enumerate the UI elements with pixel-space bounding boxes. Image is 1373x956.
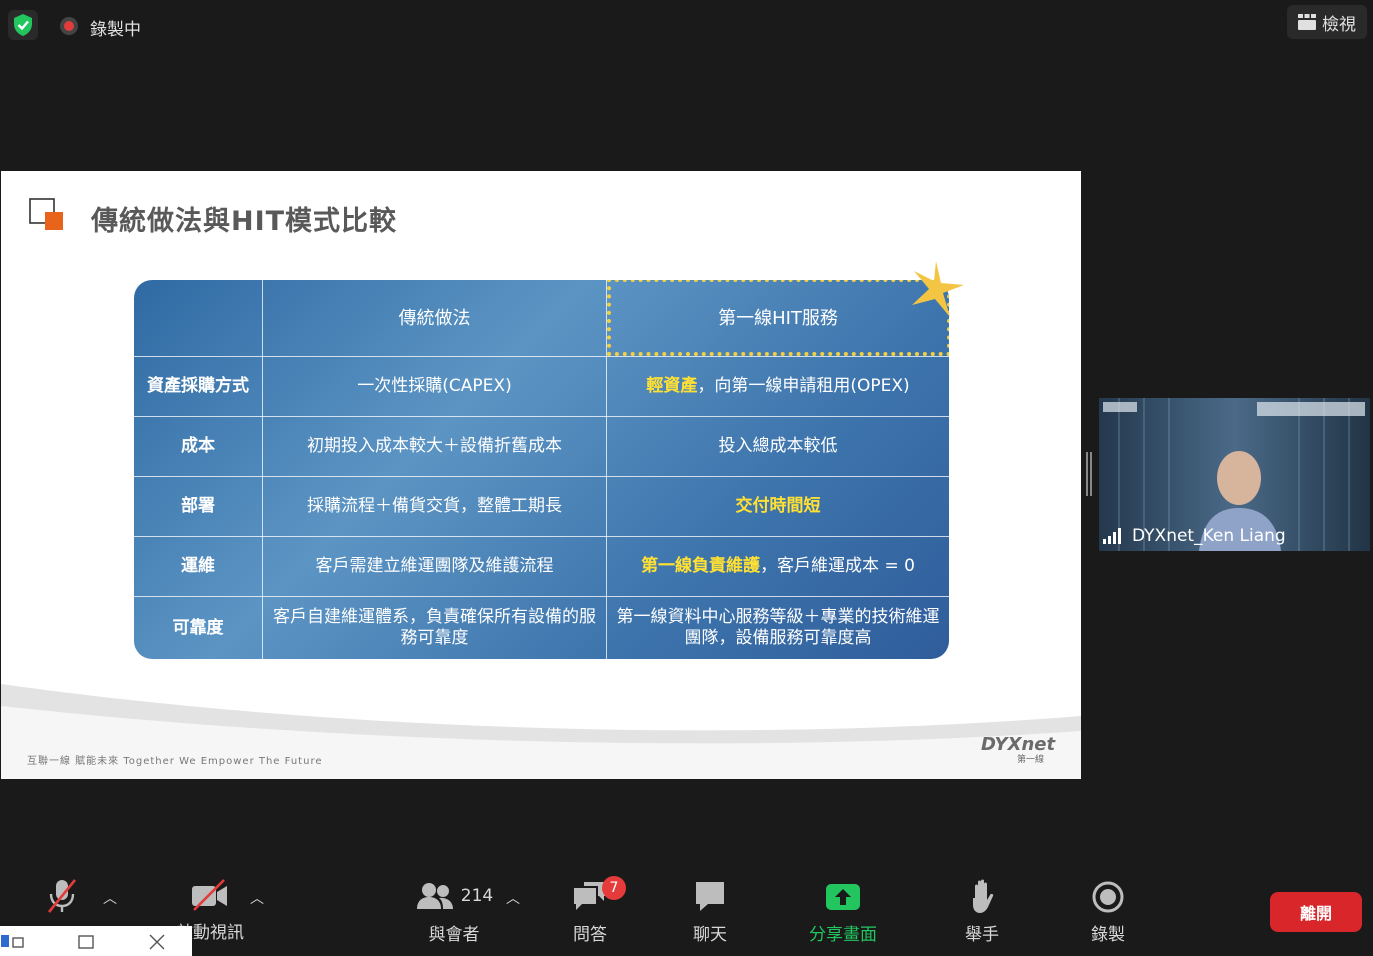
participants-icon (416, 883, 453, 909)
view-button-label: 檢視 (1322, 14, 1356, 35)
chat-bubble-icon (696, 882, 724, 911)
leave-meeting-button[interactable]: 離開 (1270, 892, 1362, 932)
highlight-dotted-frame (607, 280, 949, 356)
slide-title: 傳統做法與HIT模式比較 (91, 206, 398, 237)
share-screen-arrow-icon (826, 884, 860, 910)
raise-hand-button[interactable]: 舉手 (952, 878, 1012, 948)
close-window-icon[interactable] (148, 934, 166, 950)
signal-strength-icon (1103, 528, 1121, 544)
cell-hit-cost: 投入總成本較低 (718, 436, 838, 456)
restore-window-icon[interactable] (0, 934, 26, 950)
participants-label: 與會者 (428, 925, 480, 945)
security-shield-icon[interactable] (8, 10, 38, 40)
qa-unread-badge: 7 (602, 876, 626, 900)
row-label-reliability: 可靠度 (172, 617, 224, 638)
grid-view-icon (1298, 14, 1316, 30)
participants-options-chevron-icon[interactable]: ︿ (506, 888, 520, 908)
audio-options-chevron-icon[interactable]: ︿ (103, 888, 117, 908)
shared-slide: 傳統做法與HIT模式比較 傳統做法 第一線HIT服務 資產採購方式 一次性採購(… (1, 171, 1081, 779)
video-camera-off-icon (192, 879, 227, 911)
chat-button[interactable]: 聊天 (680, 878, 740, 948)
maximize-window-icon[interactable] (78, 935, 94, 949)
raise-hand-label: 舉手 (965, 925, 999, 945)
view-button[interactable]: 檢視 (1287, 5, 1367, 39)
company-logo: DYXnet 第一線 (981, 734, 1056, 765)
row-label-ops: 運維 (181, 556, 215, 576)
chat-label: 聊天 (693, 925, 727, 945)
row-label-cost: 成本 (181, 436, 215, 456)
highlight-text: 第一線負責維護 (641, 556, 761, 576)
row-label-deploy: 部署 (181, 496, 215, 516)
record-button[interactable]: 錄製 (1078, 878, 1138, 948)
panel-splitter-handle[interactable] (1086, 452, 1092, 496)
row-label-asset: 資產採購方式 (147, 376, 249, 396)
slide-title-square-icon (29, 198, 63, 230)
qa-label: 問答 (573, 925, 607, 945)
cell-hit-deploy: 交付時間短 (735, 496, 821, 516)
cell-traditional-deploy: 採購流程＋備貨交貨，整體工期長 (307, 496, 562, 516)
cell-hit-reliability: 第一線資料中心服務等級＋專業的技術維運團隊，設備服務可靠度高 (616, 607, 940, 648)
participant-name-label: DYXnet_Ken Liang (1132, 526, 1286, 546)
cell-traditional-reliability: 客戶自建維運體系，負責確保所有設備的服務可靠度 (273, 607, 596, 648)
cell-traditional-ops: 客戶需建立維運團隊及維護流程 (315, 556, 554, 576)
share-screen-label: 分享畫面 (809, 925, 877, 945)
slide-footer-text: 互聯一線 賦能未來 Together We Empower The Future (27, 756, 323, 767)
cell-traditional-asset: 一次性採購(CAPEX) (357, 376, 512, 396)
overlay-window-titlebar[interactable] (0, 926, 192, 956)
cell-hit-ops: 第一線負責維護，客戶維運成本 = 0 (641, 556, 915, 576)
cell-hit-asset: 輕資產，向第一線申請租用(OPEX) (646, 376, 910, 396)
participants-button[interactable]: 214 與會者 (404, 878, 504, 948)
table-header-traditional: 傳統做法 (398, 307, 471, 329)
record-label: 錄製 (1091, 925, 1125, 945)
share-screen-button[interactable]: 分享畫面 (800, 878, 886, 948)
cell-traditional-cost: 初期投入成本較大＋設備折舊成本 (307, 436, 562, 456)
highlight-text: 輕資產 (646, 376, 698, 396)
raise-hand-icon (973, 879, 994, 913)
comparison-table: 傳統做法 第一線HIT服務 資產採購方式 一次性採購(CAPEX) 輕資產，向第… (134, 280, 949, 659)
microphone-muted-icon (47, 879, 77, 913)
star-icon (912, 261, 964, 317)
recording-indicator-icon (60, 17, 78, 35)
participants-count: 214 (460, 886, 494, 906)
recording-status-label: 錄製中 (90, 20, 141, 40)
video-options-chevron-icon[interactable]: ︿ (250, 888, 264, 908)
record-icon (1092, 881, 1124, 913)
